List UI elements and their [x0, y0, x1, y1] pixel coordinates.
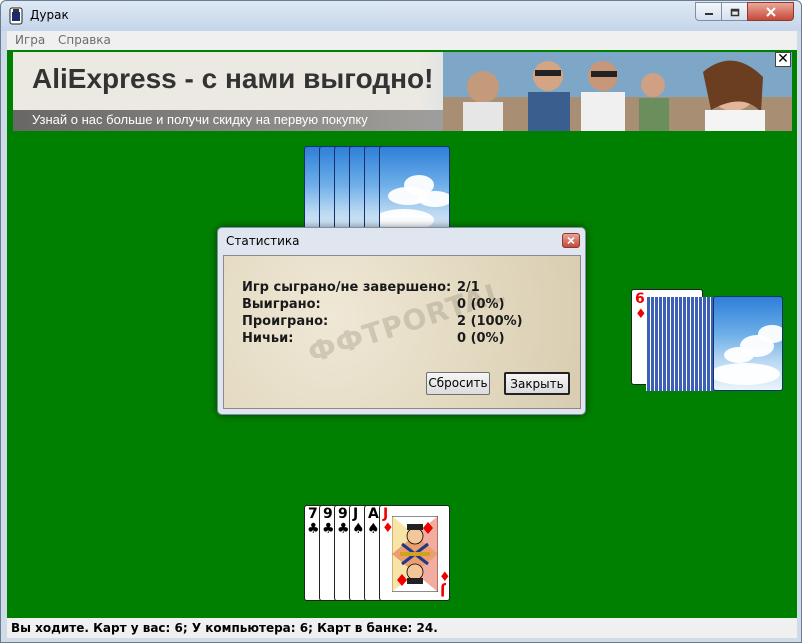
stat-label-draws: Ничьи: [242, 331, 294, 346]
card-rank: J [383, 506, 389, 522]
ad-close-button[interactable]: ✕ [775, 52, 791, 67]
app-icon [9, 7, 23, 25]
status-bar: Вы ходите. Карт у вас: 6; У компьютера: … [7, 618, 797, 638]
title-bar[interactable]: Дурак [1, 1, 801, 31]
dialog-title: Статистика [226, 234, 300, 248]
card-rank: J [440, 582, 446, 598]
card-rank: J [353, 506, 359, 522]
ad-subtitle-strip: Узнай о нас больше и получи скидку на пе… [13, 110, 473, 131]
ad-subtitle: Узнай о нас больше и получи скидку на пе… [32, 112, 368, 127]
trump-suit-icon: ♦ [635, 307, 647, 322]
statistics-dialog: Статистика ФФТPORTAL Игр сыграно/не заве… [217, 227, 586, 415]
status-text: Вы ходите. Карт у вас: 6; У компьютера: … [11, 621, 438, 635]
spade-icon: ♠ [367, 521, 380, 537]
jack-portrait [392, 516, 438, 592]
club-icon: ♣ [322, 521, 335, 537]
restore-icon [730, 8, 739, 16]
club-icon: ♣ [337, 521, 350, 537]
trump-rank: 6 [635, 291, 645, 307]
minimize-icon [704, 12, 713, 15]
card-rank: 9 [338, 506, 348, 522]
menu-bar: Игра Справка [7, 31, 797, 50]
minimize-button[interactable] [695, 2, 722, 21]
maximize-button[interactable] [721, 2, 748, 21]
close-icon [765, 6, 776, 17]
window-title: Дурак [30, 8, 69, 22]
reset-button[interactable]: Сбросить [426, 372, 490, 395]
card-rank: 7 [308, 506, 318, 522]
game-table: Игра Справка AliExpress - с нами выгодно… [7, 31, 797, 638]
stat-value-won: 0 (0%) [457, 297, 505, 312]
ad-title: AliExpress - с нами выгодно! [32, 63, 434, 94]
stat-value-played: 2/1 [457, 280, 480, 295]
app-window: Дурак Игра Справка AliExpress - с нами в… [0, 0, 802, 643]
ad-banner[interactable]: AliExpress - с нами выгодно! Узнай о нас… [13, 52, 792, 131]
card-rank: A [368, 506, 379, 522]
stat-label-lost: Проиграно: [242, 314, 329, 329]
close-button[interactable] [747, 2, 794, 21]
dialog-close-button[interactable] [562, 233, 580, 248]
menu-help[interactable]: Справка [58, 33, 111, 47]
menu-game[interactable]: Игра [15, 33, 45, 47]
close-icon [567, 237, 575, 244]
deck-top-card [713, 296, 783, 391]
spade-icon: ♠ [352, 521, 365, 537]
stat-label-won: Выиграно: [242, 297, 321, 312]
stat-value-draws: 0 (0%) [457, 331, 505, 346]
close-dialog-button[interactable]: Закрыть [504, 372, 570, 395]
card-rank: 9 [323, 506, 333, 522]
stat-label-played: Игр сыграно/не завершено: [242, 280, 452, 295]
hand-card-5[interactable]: J ♦ ♦ J [379, 505, 450, 601]
club-icon: ♣ [307, 521, 320, 537]
stat-value-lost: 2 (100%) [457, 314, 523, 329]
ad-photo [443, 52, 792, 131]
